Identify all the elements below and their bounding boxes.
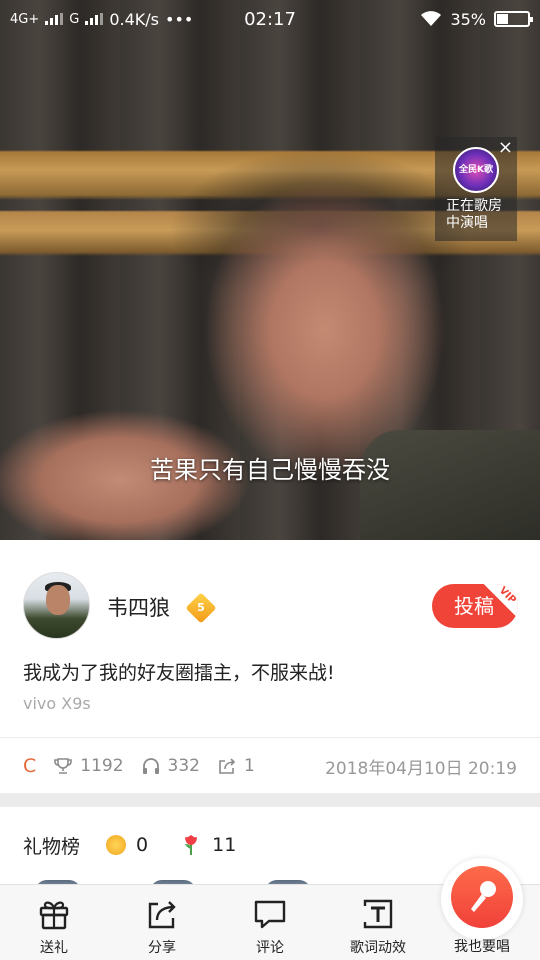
video-shirt	[360, 430, 540, 540]
post-description: 我成为了我的好友圈擂主，不服来战!	[23, 662, 335, 684]
level-number: 5	[197, 601, 205, 614]
gift-leaderboard[interactable]: 礼物榜 0 11	[23, 833, 517, 858]
gift-icon	[39, 901, 69, 930]
level-badge-icon: 5	[185, 592, 217, 624]
submit-button[interactable]: 投稿 VIP	[432, 584, 518, 628]
comment-icon	[254, 900, 286, 929]
lyric-effect-icon	[363, 899, 393, 929]
coin-count: 0	[136, 834, 149, 856]
live-room-widget[interactable]: × 全民K歌 正在歌房 中演唱	[435, 137, 517, 241]
trophy-stat: 1192	[54, 756, 124, 776]
nav-comment[interactable]: 评论	[225, 885, 315, 960]
username[interactable]: 韦四狼	[107, 592, 170, 622]
room-status-line2: 中演唱	[446, 215, 488, 231]
flower-count: 11	[212, 834, 237, 856]
nav-lyric-effect-label: 歌词动效	[350, 940, 406, 956]
nav-share[interactable]: 分享	[117, 885, 207, 960]
signal-icon-2	[85, 13, 104, 25]
more-dots: •••	[165, 9, 194, 29]
video-player[interactable]: 苦果只有自己慢慢吞没	[0, 0, 540, 540]
nav-gift[interactable]: 送礼	[9, 885, 99, 960]
sing-too-label: 我也要唱	[454, 939, 510, 955]
divider	[0, 737, 540, 738]
nav-comment-label: 评论	[256, 940, 284, 956]
share-icon	[148, 901, 176, 929]
stats-row: C 1192 332 1 2018年04月10日 20:19	[23, 754, 517, 779]
listen-count: 332	[167, 756, 200, 776]
wifi-icon	[421, 11, 442, 26]
section-separator	[0, 793, 540, 807]
listen-stat: 332	[142, 756, 200, 776]
share-stat: 1	[218, 756, 255, 776]
publish-date: 2018年04月10日 20:19	[325, 758, 517, 779]
gift-leaderboard-title: 礼物榜	[23, 835, 81, 858]
network-speed: 0.4K/s	[109, 9, 159, 29]
avatar[interactable]	[23, 572, 90, 639]
room-avatar: 全民K歌	[453, 147, 499, 193]
network-type-4g: 4G+	[10, 11, 40, 27]
nav-share-label: 分享	[148, 940, 176, 956]
nav-lyric-effect[interactable]: 歌词动效	[333, 885, 423, 960]
score-grade: C	[23, 755, 37, 777]
headphones-icon	[142, 758, 159, 774]
status-bar: 4G+ G 0.4K/s ••• 02:17 35%	[0, 0, 540, 38]
close-icon[interactable]: ×	[498, 137, 513, 158]
trophy-icon	[54, 758, 73, 774]
share-icon	[219, 758, 236, 774]
battery-level	[497, 14, 508, 24]
coin-icon	[106, 835, 127, 855]
room-status-line1: 正在歌房	[446, 198, 502, 214]
battery-icon	[494, 11, 533, 27]
microphone-icon	[471, 881, 496, 912]
battery-percent: 35%	[450, 9, 486, 29]
network-type-g: G	[69, 11, 80, 27]
trophy-count: 1192	[80, 756, 124, 776]
nav-gift-label: 送礼	[40, 940, 68, 956]
signal-icon	[45, 13, 64, 25]
lyric-subtitle: 苦果只有自己慢慢吞没	[150, 456, 390, 484]
share-count: 1	[244, 756, 255, 776]
submit-button-label: 投稿	[454, 594, 494, 618]
flower-icon	[182, 834, 200, 856]
sing-too-button[interactable]	[451, 866, 513, 928]
device-name: vivo X9s	[23, 694, 91, 713]
user-row: 韦四狼 5 投稿 VIP	[23, 572, 523, 640]
